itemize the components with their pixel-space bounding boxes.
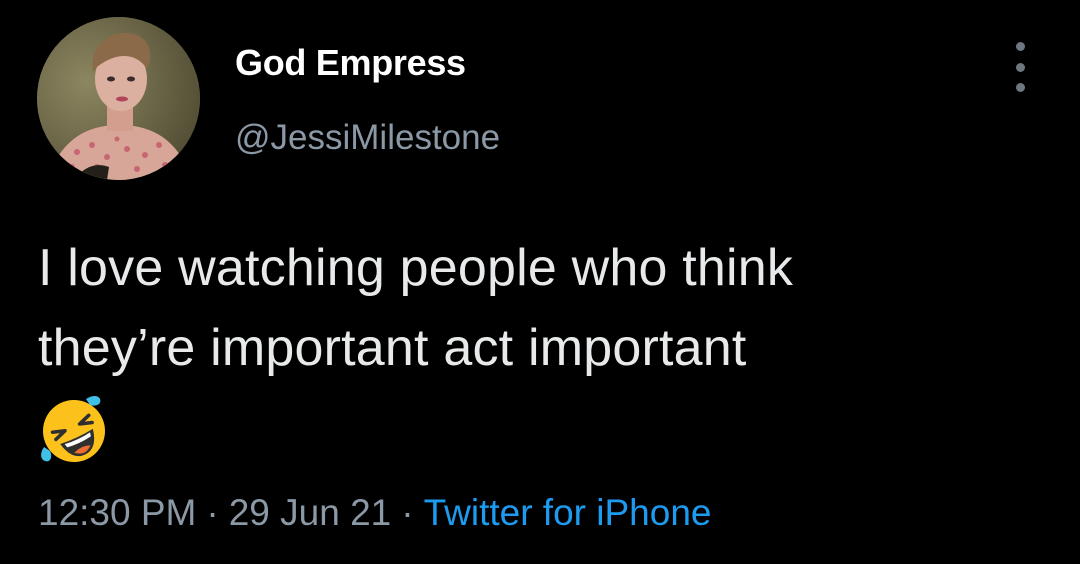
rolling-on-the-floor-laughing-emoji [41, 396, 105, 462]
meta-separator: · [206, 492, 219, 533]
tweet-source-link[interactable]: Twitter for iPhone [424, 492, 712, 533]
author-avatar[interactable] [37, 17, 200, 180]
tweet-card: God Empress @JessiMilestone I love watch… [0, 0, 1080, 564]
menu-dot [1015, 62, 1025, 72]
author-handle[interactable]: @JessiMilestone [235, 118, 500, 158]
tweet-text-line: they’re important act important [38, 319, 747, 377]
menu-dot [1015, 42, 1025, 51]
menu-dot [1015, 83, 1025, 92]
tweet-meta: 12:30 PM · 29 Jun 21 · Twitter for iPhone [38, 492, 711, 534]
avatar-portrait-image [37, 17, 200, 180]
tweet-time[interactable]: 12:30 PM [38, 492, 196, 533]
more-vertical-icon[interactable] [1004, 42, 1036, 92]
tweet-text: I love watching people who think they’re… [38, 228, 1038, 388]
tweet-text-line: I love watching people who think [38, 239, 794, 297]
meta-separator: · [401, 492, 414, 533]
tweet-date[interactable]: 29 Jun 21 [229, 492, 392, 533]
author-display-name[interactable]: God Empress [235, 42, 466, 84]
